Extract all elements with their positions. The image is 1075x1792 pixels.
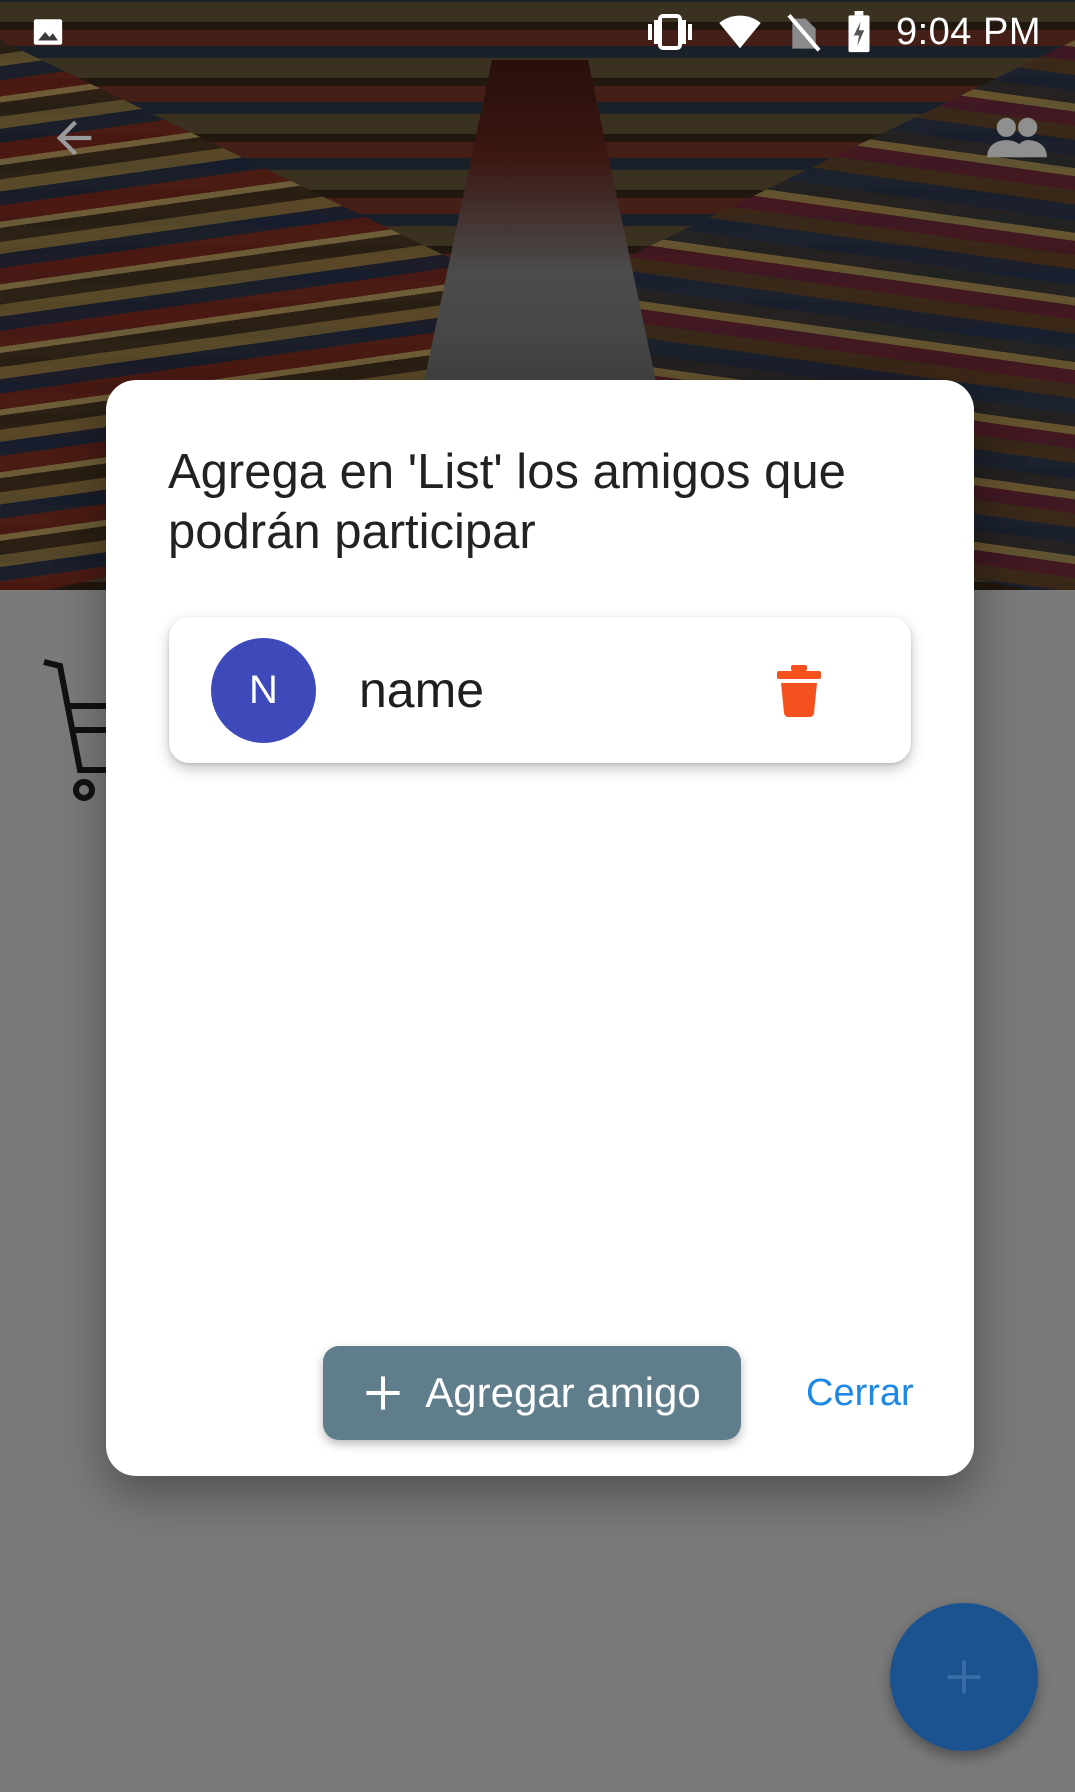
delete-friend-button[interactable] (769, 661, 829, 721)
add-friend-label: Agregar amigo (425, 1369, 701, 1416)
friend-name: name (359, 662, 485, 718)
back-arrow-icon[interactable] (48, 112, 100, 164)
no-sim-icon (787, 14, 821, 52)
close-button[interactable]: Cerrar (806, 1365, 914, 1421)
wifi-icon (719, 15, 761, 49)
image-icon (33, 19, 63, 45)
battery-charging-icon (848, 11, 870, 53)
add-friend-button[interactable]: Agregar amigo (323, 1346, 741, 1440)
participants-dialog: Agrega en 'List' los amigos que podrán p… (106, 380, 974, 1476)
status-bar: 9:04 PM (0, 0, 1075, 64)
plus-icon (947, 1660, 981, 1694)
avatar: N (211, 638, 316, 743)
avatar-initial: N (249, 668, 278, 712)
plus-icon (366, 1376, 400, 1410)
vibrate-icon (647, 14, 692, 50)
friend-list-item[interactable]: N name (169, 617, 911, 763)
fab-add-button[interactable] (890, 1603, 1038, 1751)
trash-icon (777, 665, 821, 717)
people-icon[interactable] (985, 112, 1049, 164)
status-time: 9:04 PM (895, 10, 1041, 53)
dialog-title: Agrega en 'List' los amigos que podrán p… (168, 445, 846, 559)
